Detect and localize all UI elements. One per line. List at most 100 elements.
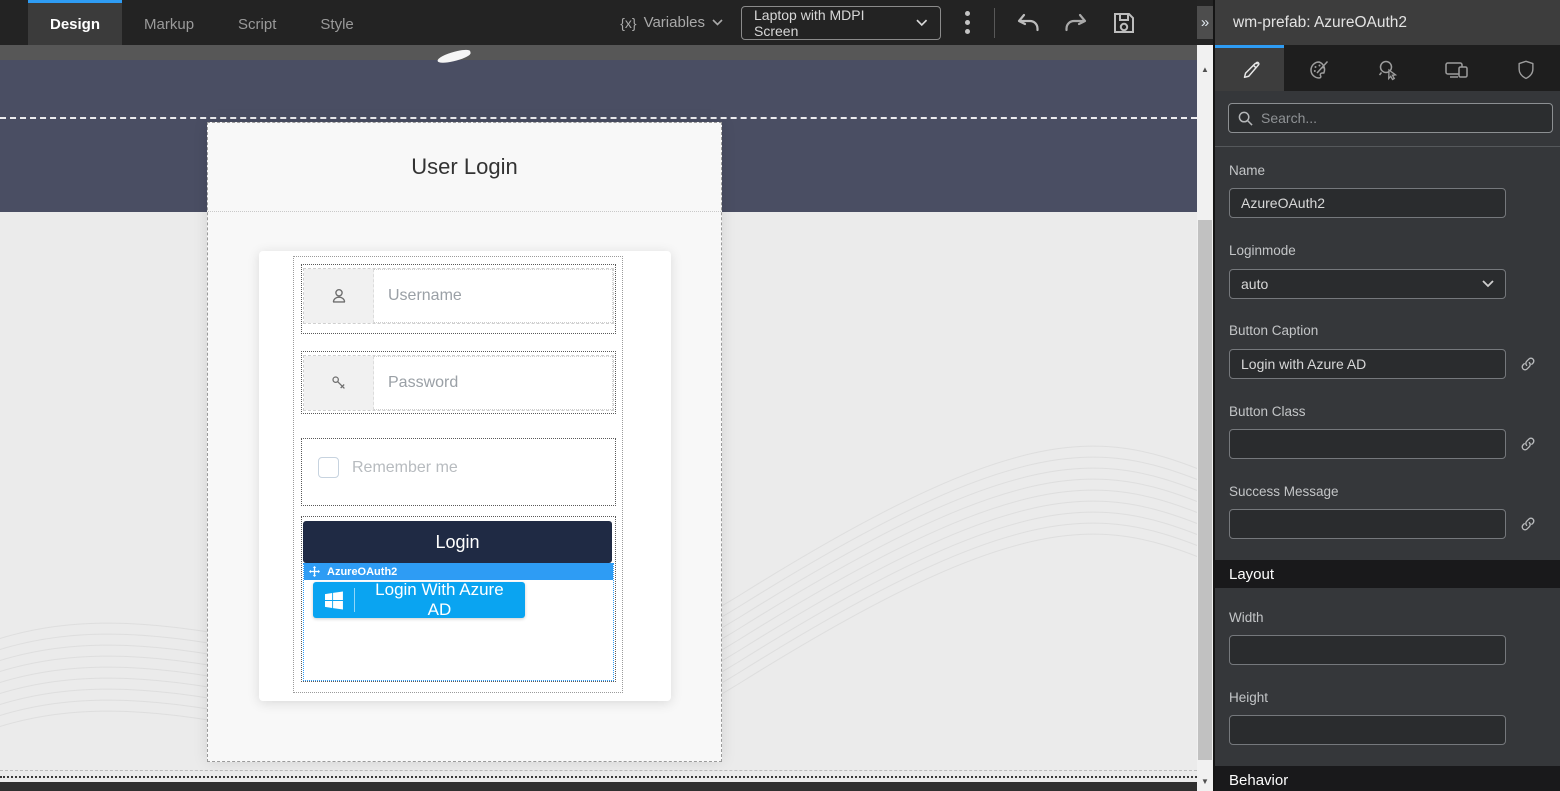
success-message-field[interactable] [1229, 509, 1506, 539]
azure-button-label: Login With Azure AD [366, 580, 513, 620]
prefab-tag-label: AzureOAuth2 [327, 566, 397, 578]
windows-icon [325, 591, 343, 610]
variables-icon: {x} [620, 15, 636, 31]
bind-property-button[interactable] [1519, 515, 1537, 533]
tab-markup[interactable]: Markup [122, 0, 216, 45]
tab-style[interactable]: Style [298, 0, 375, 45]
chevron-down-icon [712, 19, 723, 26]
tab-properties[interactable] [1215, 45, 1284, 91]
redo-icon [1063, 11, 1089, 35]
properties-panel: wm-prefab: AzureOAuth2 [1215, 0, 1560, 791]
tab-script[interactable]: Script [216, 0, 298, 45]
wavemaker-designer: Design Markup Script Style {x} Variables… [0, 0, 1560, 791]
move-icon [309, 566, 320, 577]
scroll-down-arrow[interactable]: ▼ [1197, 773, 1213, 789]
design-canvas[interactable]: User Login [0, 45, 1197, 791]
username-addon [304, 269, 374, 323]
height-field[interactable] [1229, 715, 1506, 745]
width-label: Width [1229, 610, 1560, 626]
name-label: Name [1229, 163, 1560, 179]
redo-button[interactable] [1061, 8, 1091, 38]
devices-icon [1444, 59, 1470, 81]
save-button[interactable] [1109, 8, 1139, 38]
device-selector-value: Laptop with MDPI Screen [754, 7, 906, 39]
undo-button[interactable] [1013, 8, 1043, 38]
variables-dropdown[interactable]: {x} Variables [620, 14, 723, 31]
button-caption-field[interactable] [1229, 349, 1506, 379]
button-divider [354, 588, 355, 612]
properties-body: Name Loginmode auto Button Caption Butto… [1215, 91, 1560, 791]
properties-panel-title: wm-prefab: AzureOAuth2 [1215, 0, 1560, 45]
remember-me-checkbox[interactable] [318, 457, 339, 478]
property-search[interactable] [1228, 103, 1553, 133]
scrollbar-thumb[interactable] [1198, 220, 1212, 760]
behavior-section-header[interactable]: Behavior [1215, 766, 1560, 791]
search-icon [1238, 111, 1253, 126]
palette-icon [1307, 58, 1331, 82]
username-row[interactable] [301, 264, 616, 334]
remember-me-row[interactable]: Remember me [301, 438, 616, 506]
tab-styles[interactable] [1284, 45, 1353, 91]
divider [1215, 146, 1560, 147]
scroll-up-arrow[interactable]: ▲ [1197, 61, 1213, 77]
password-input[interactable] [374, 356, 613, 410]
inspect-cursor-icon [1376, 58, 1400, 82]
loginmode-select[interactable]: auto [1229, 269, 1506, 299]
toolbar-divider [994, 8, 995, 38]
tab-inspect[interactable] [1353, 45, 1422, 91]
pencil-icon [1239, 59, 1261, 81]
login-form[interactable]: Remember me Login AzureOAuth2 [293, 256, 623, 693]
canvas-bottom-dotted-line [0, 776, 1197, 778]
button-class-label: Button Class [1229, 404, 1560, 420]
remember-me-label: Remember me [352, 459, 458, 477]
login-card[interactable]: Remember me Login AzureOAuth2 [259, 251, 671, 701]
layout-section-header[interactable]: Layout [1215, 560, 1560, 588]
buttons-row[interactable]: Login AzureOAuth2 Login With Azure AD [301, 516, 616, 682]
page-selection-outline [0, 117, 1197, 119]
prefab-selection-bar[interactable]: AzureOAuth2 [304, 563, 613, 580]
link-icon [1519, 435, 1537, 453]
undo-icon [1015, 11, 1041, 35]
search-input[interactable] [1261, 110, 1543, 126]
azure-login-button[interactable]: Login With Azure AD [313, 582, 525, 618]
width-field[interactable] [1229, 635, 1506, 665]
device-selector[interactable]: Laptop with MDPI Screen [741, 6, 941, 40]
properties-tabs [1215, 45, 1560, 91]
selected-prefab[interactable]: AzureOAuth2 Login With Azure AD [303, 563, 614, 681]
shield-icon [1515, 59, 1537, 81]
name-field[interactable] [1229, 188, 1506, 218]
chevron-down-icon [916, 19, 928, 27]
page-title: User Login [208, 123, 721, 212]
key-icon [329, 373, 349, 393]
tab-design[interactable]: Design [28, 0, 122, 45]
link-icon [1519, 515, 1537, 533]
canvas-scrollbar[interactable]: ▲ ▼ [1197, 45, 1213, 791]
kebab-menu-icon[interactable] [959, 7, 976, 38]
success-message-label: Success Message [1229, 484, 1560, 500]
chevron-down-icon [1482, 280, 1494, 288]
password-row[interactable] [301, 351, 616, 414]
link-icon [1519, 355, 1537, 373]
collapse-panel-icon[interactable]: » [1197, 6, 1213, 39]
tab-devices[interactable] [1422, 45, 1491, 91]
user-icon [328, 285, 350, 307]
canvas-topnav-strip [0, 45, 1197, 60]
variables-label: Variables [644, 14, 705, 31]
height-label: Height [1229, 690, 1560, 706]
bind-property-button[interactable] [1519, 435, 1537, 453]
canvas-bottom-strip [0, 782, 1197, 791]
username-input[interactable] [374, 269, 613, 323]
password-addon [304, 356, 374, 410]
loginmode-label: Loginmode [1229, 243, 1560, 259]
save-icon [1111, 10, 1137, 36]
login-button[interactable]: Login [303, 521, 612, 563]
mode-tabs: Design Markup Script Style [28, 0, 376, 45]
top-toolbar: Design Markup Script Style {x} Variables… [0, 0, 1197, 45]
button-caption-label: Button Caption [1229, 323, 1560, 339]
toolbar-actions: {x} Variables Laptop with MDPI Screen [620, 0, 1197, 45]
tab-security[interactable] [1491, 45, 1560, 91]
button-class-field[interactable] [1229, 429, 1506, 459]
login-page-panel[interactable]: User Login [207, 122, 722, 762]
canvas-bottom-dashed-line [0, 770, 1197, 771]
bind-property-button[interactable] [1519, 355, 1537, 373]
